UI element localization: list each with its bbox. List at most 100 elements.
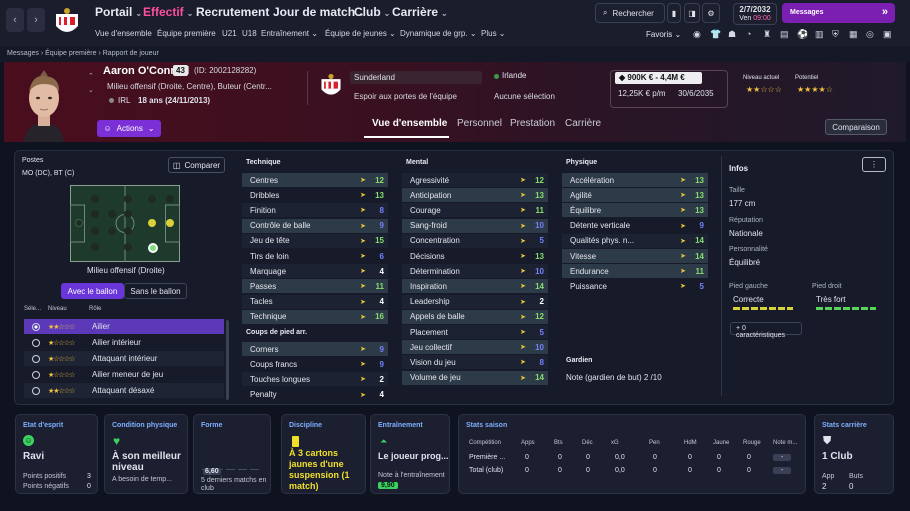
role-row[interactable]: ★★☆☆☆ Attaquant désaxé <box>24 383 224 398</box>
messages-button[interactable]: Messages» <box>782 3 895 23</box>
attr-row-mental[interactable]: Agressivité ➤ 12 <box>402 173 548 187</box>
menu-effectif[interactable]: Effectif ⌄ <box>143 5 193 19</box>
submenu-equipe-jeunes[interactable]: Équipe de jeunes ⌄ <box>325 29 396 38</box>
date-display[interactable]: 2/7/2032 Ven 09:00 <box>733 3 777 25</box>
tab-carriere[interactable]: Carrière <box>565 118 601 129</box>
attr-row-mental[interactable]: Vision du jeu ➤ 8 <box>402 355 548 370</box>
attr-row-physique[interactable]: Puissance ➤ 5 <box>562 279 708 293</box>
menu-portail[interactable]: Portail ⌄ <box>95 5 142 19</box>
chart-icon[interactable]: ▥ <box>815 29 824 40</box>
submenu-dynamique[interactable]: Dynamique de grp. ⌄ <box>400 29 477 38</box>
infos-toggle-icon[interactable]: ⋮ <box>862 157 886 172</box>
role-radio[interactable] <box>32 354 40 363</box>
attr-row-physique[interactable]: Détente verticale ➤ 9 <box>562 219 708 233</box>
submenu-entrainement[interactable]: Entraînement ⌄ <box>261 29 318 38</box>
attr-row-mental[interactable]: Détermination ➤ 10 <box>402 264 548 279</box>
attr-row-technique[interactable]: Tacles ➤ 4 <box>242 294 388 309</box>
card-career-stats[interactable]: Stats carrière ⛊ 1 Club App 2 Buts 0 <box>814 414 894 494</box>
attr-row-technique[interactable]: Marquage ➤ 4 <box>242 264 388 279</box>
menu-recrutement[interactable]: Recrutement ⌄ <box>196 5 279 19</box>
role-row[interactable]: ★☆☆☆☆ Ailier intérieur <box>24 335 224 350</box>
breadcrumb-messages[interactable]: Messages <box>7 50 39 57</box>
attr-row-mental[interactable]: Décisions ➤ 13 <box>402 249 548 263</box>
attr-row-physique[interactable]: Accélération ➤ 13 <box>562 173 708 187</box>
attr-row-mental[interactable]: Concentration ➤ 5 <box>402 233 548 248</box>
submenu-u18[interactable]: U18 <box>242 29 257 38</box>
attr-row-mental[interactable]: Jeu collectif ➤ 10 <box>402 340 548 355</box>
favoris-menu[interactable]: Favoris ⌄ <box>646 30 681 39</box>
inbox-icon[interactable]: ◉ <box>693 29 701 40</box>
role-radio[interactable] <box>32 338 40 347</box>
nation[interactable]: Irlande <box>502 71 526 80</box>
stats-col-header[interactable]: Bts <box>554 440 563 446</box>
attr-row-physique[interactable]: Qualités phys. n... ➤ 14 <box>562 233 708 248</box>
tab-vue-ensemble[interactable]: Vue d'ensemble <box>372 118 447 129</box>
stats-col-header[interactable]: Compétition <box>469 440 501 446</box>
attr-row-mental[interactable]: Sang-froid ➤ 10 <box>402 218 548 233</box>
menu-carriere[interactable]: Carrière ⌄ <box>392 5 448 19</box>
submenu-u21[interactable]: U21 <box>222 29 237 38</box>
whistle-icon[interactable]: ◔ <box>746 29 751 39</box>
attr-row-mental[interactable]: Leadership ➤ 2 <box>402 294 548 309</box>
stats-col-header[interactable]: Note m... <box>773 440 797 446</box>
col-niveau[interactable]: Niveau <box>48 306 67 312</box>
club-name[interactable]: Sunderland <box>350 71 482 84</box>
role-radio[interactable] <box>32 370 40 379</box>
card-condition[interactable]: Condition physique ♥ À son meilleur nive… <box>104 414 188 494</box>
col-role[interactable]: Rôle <box>89 306 101 312</box>
role-row[interactable]: ★★☆☆☆ Ailier <box>24 319 224 334</box>
attr-row-set_pieces[interactable]: Coups francs ➤ 9 <box>242 357 388 371</box>
attr-row-physique[interactable]: Endurance ➤ 11 <box>562 264 708 279</box>
card-state-of-mind[interactable]: Etat d'esprit ☺ Ravi Points positifs 3 P… <box>15 414 98 494</box>
calendar-icon[interactable]: ▦ <box>849 29 858 40</box>
ball-icon[interactable]: ⚽ <box>797 29 808 40</box>
shirt-icon[interactable]: 👕 <box>710 29 721 40</box>
traits-button[interactable]: + 0 caractéristiques <box>730 322 802 339</box>
tab-personnel[interactable]: Personnel <box>457 118 502 129</box>
scout-icon[interactable]: ◎ <box>866 29 874 40</box>
shield-icon[interactable]: ⛨ <box>832 29 839 40</box>
card-discipline[interactable]: Discipline À 3 cartons jaunes d'une susp… <box>281 414 366 494</box>
menu-jour-de-match[interactable]: Jour de match ⌄ <box>273 5 365 19</box>
doc-icon[interactable]: ▤ <box>780 29 789 40</box>
coach-icon[interactable]: ☗ <box>728 29 736 40</box>
attr-row-mental[interactable]: Volume de jeu ➤ 14 <box>402 370 548 385</box>
back-button[interactable]: ‹ <box>6 8 24 32</box>
stats-col-header[interactable]: Jaune <box>713 440 729 446</box>
attr-row-technique[interactable]: Centres ➤ 12 <box>242 173 388 187</box>
submenu-equipe-premiere[interactable]: Équipe première <box>157 29 216 38</box>
club-crest-icon[interactable] <box>52 6 82 38</box>
stats-col-header[interactable]: Pen <box>649 440 660 446</box>
attr-row-mental[interactable]: Courage ➤ 11 <box>402 203 548 218</box>
compare-button[interactable]: ◫ Comparer <box>168 157 225 173</box>
notebook-icon[interactable]: ▮ <box>667 3 681 23</box>
prev-player-chevron-icon[interactable]: ⌃ <box>88 72 94 80</box>
gear-icon[interactable]: ⚙ <box>702 3 720 23</box>
attr-row-physique[interactable]: Agilité ➤ 13 <box>562 188 708 203</box>
forward-button[interactable]: › <box>27 8 45 32</box>
card-season-stats[interactable]: Stats saison Compétition Apps Bts Déc xG Pen H… <box>458 414 806 494</box>
folder-icon[interactable]: ▣ <box>883 29 892 40</box>
attr-row-technique[interactable]: Dribbles ➤ 13 <box>242 188 388 202</box>
stats-col-header[interactable]: Apps <box>521 440 535 446</box>
attr-row-technique[interactable]: Tirs de loin ➤ 6 <box>242 249 388 263</box>
attr-row-set_pieces[interactable]: Touches longues ➤ 2 <box>242 372 388 387</box>
attr-row-technique[interactable]: Contrôle de balle ➤ 9 <box>242 218 388 233</box>
attr-row-technique[interactable]: Passes ➤ 11 <box>242 279 388 294</box>
search-button[interactable]: ⌕ Rechercher <box>595 3 665 23</box>
actions-button[interactable]: ☺ Actions ⌄ <box>97 120 161 137</box>
attr-row-physique[interactable]: Vitesse ➤ 14 <box>562 249 708 263</box>
breadcrumb-equipe[interactable]: Équipe première <box>45 50 96 57</box>
roles-scrollbar[interactable] <box>226 320 229 400</box>
tab-prestation[interactable]: Prestation <box>510 118 555 129</box>
stats-col-header[interactable]: HdM <box>684 440 697 446</box>
comparison-button[interactable]: Comparaison <box>825 119 887 135</box>
attr-row-mental[interactable]: Inspiration ➤ 14 <box>402 279 548 294</box>
menu-club[interactable]: Club ⌄ <box>354 5 390 19</box>
submenu-plus[interactable]: Plus ⌄ <box>481 29 506 38</box>
kit-icon[interactable]: ◨ <box>684 3 700 23</box>
stats-col-header[interactable]: xG <box>611 440 619 446</box>
next-player-chevron-icon[interactable]: ⌄ <box>88 86 94 94</box>
role-radio[interactable] <box>32 386 40 395</box>
role-row[interactable]: ★☆☆☆☆ Ailier meneur de jeu <box>24 367 224 382</box>
